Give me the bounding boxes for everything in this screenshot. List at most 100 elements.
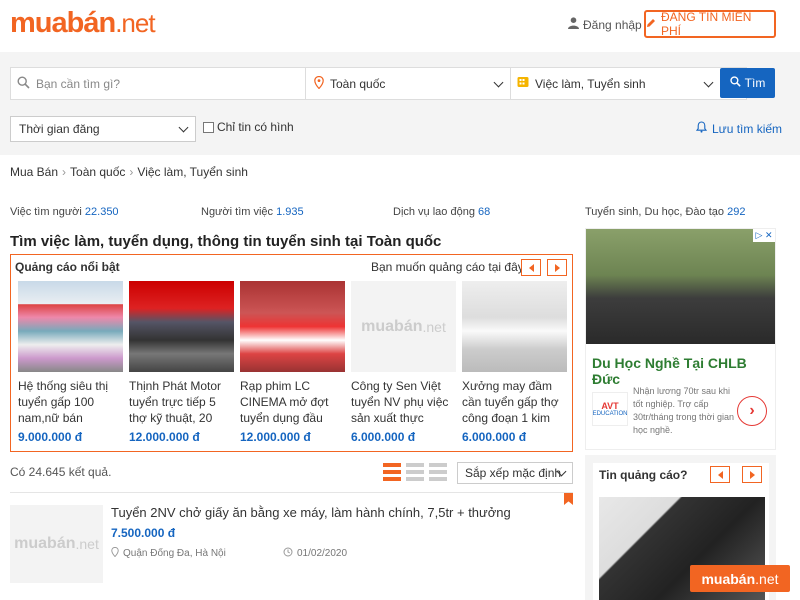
- user-icon: [568, 17, 579, 32]
- prev-button[interactable]: [521, 259, 541, 276]
- category-value: Việc làm, Tuyển sinh: [535, 76, 646, 91]
- featured-ad-card[interactable]: Thịnh Phát Motor tuyển trực tiếp 5 thợ k…: [129, 281, 234, 444]
- chevron-right-icon: ›: [129, 165, 134, 179]
- study-abroad-banner[interactable]: ▷ ✕ Du Học Nghề Tại CHLB Đức AVT EDUCATIO…: [585, 228, 776, 450]
- stat-label: Việc tìm người: [10, 206, 82, 218]
- ad-image: [462, 281, 567, 372]
- banner-photo: [586, 229, 775, 344]
- watermark-logo: muabán .net: [351, 281, 456, 372]
- location-select[interactable]: Toàn quốc: [305, 68, 510, 99]
- advertise-here-link[interactable]: Bạn muốn quảng cáo tại đây?: [371, 260, 530, 274]
- listing-title[interactable]: Tuyển 2NV chở giấy ăn bằng xe máy, làm h…: [111, 505, 511, 520]
- ad-title: Rạp phim LC CINEMA mở đợt tuyển dụng đầu…: [240, 379, 329, 425]
- featured-ad-card[interactable]: Xưởng may đầm cần tuyển gấp thợ công đoạ…: [462, 281, 567, 444]
- search-band: Bạn cần tìm gì? Toàn quốc Việc làm, Tuyể…: [0, 52, 800, 155]
- view-mode-toggle: [383, 463, 447, 481]
- stat-count: 22.350: [84, 206, 119, 218]
- save-search-label: Lưu tìm kiếm: [712, 121, 783, 136]
- breadcrumb-item[interactable]: Mua Bán: [10, 165, 58, 179]
- divider: [10, 492, 573, 493]
- clock-icon: [283, 547, 293, 560]
- avt-education-logo: AVT EDUCATION: [592, 392, 628, 426]
- featured-ad-card[interactable]: Hệ thống siêu thị tuyển gấp 100 nam,nữ b…: [18, 281, 123, 444]
- ad-image-placeholder: muabán .net: [351, 281, 456, 372]
- ad-image: [129, 281, 234, 372]
- listing-location: Quận Đống Đa, Hà Nội: [111, 546, 226, 560]
- stat-label: Dịch vụ lao động: [393, 206, 475, 218]
- breadcrumb-item[interactable]: Việc làm, Tuyển sinh: [137, 165, 248, 179]
- search-button-label: Tìm: [744, 76, 766, 90]
- category-icon: [517, 76, 529, 91]
- grid-view-icon[interactable]: [429, 463, 447, 481]
- arrow-right-icon: [554, 263, 560, 272]
- banner-text: Nhận lương 70tr sau khi tốt nghiệp. Trợ …: [633, 386, 734, 435]
- ad-title: Công ty Sen Việt tuyển NV phụ việc sản x…: [351, 379, 449, 425]
- ad-price: 6.000.000 đ: [351, 430, 416, 444]
- only-images-filter[interactable]: Chỉ tin có hình: [203, 120, 294, 134]
- search-input[interactable]: Bạn cần tìm gì?: [11, 68, 305, 99]
- featured-ad-card[interactable]: Rạp phim LC CINEMA mở đợt tuyển dụng đầu…: [240, 281, 345, 444]
- ad-price: 12.000.000 đ: [129, 430, 200, 444]
- chevron-down-icon: [703, 77, 714, 88]
- breadcrumb-item[interactable]: Toàn quốc: [70, 165, 125, 179]
- ad-price: 12.000.000 đ: [240, 430, 311, 444]
- banner-title: Du Học Nghề Tại CHLB Đức: [592, 355, 747, 387]
- floating-logo[interactable]: muabán .net: [690, 565, 790, 592]
- listing-date-text: 01/02/2020: [297, 548, 348, 559]
- only-images-label: Chỉ tin có hình: [217, 120, 294, 134]
- search-button[interactable]: Tìm: [720, 68, 775, 98]
- search-icon: [17, 75, 30, 92]
- stat-count: 292: [727, 206, 746, 218]
- sort-select[interactable]: Sắp xếp mặc định: [457, 462, 573, 484]
- stat-label: Tuyển sinh, Du học, Đào tạo: [585, 206, 725, 218]
- ad-image: [240, 281, 345, 372]
- ad-title: Thịnh Phát Motor tuyển trực tiếp 5 thợ k…: [129, 379, 222, 425]
- ad-title: Hệ thống siêu thị tuyển gấp 100 nam,nữ b…: [18, 379, 109, 425]
- arrow-left-icon: [528, 263, 534, 272]
- save-search-link[interactable]: Lưu tìm kiếm: [695, 121, 783, 136]
- stat-count: 68: [478, 206, 491, 218]
- post-free-button[interactable]: ĐĂNG TIN MIỄN PHÍ: [644, 10, 776, 38]
- next-button[interactable]: [742, 466, 762, 483]
- time-filter-select[interactable]: Thời gian đăng: [10, 116, 196, 142]
- stat-label: Người tìm việc: [201, 206, 274, 218]
- featured-ad-card[interactable]: muabán .net Công ty Sen Việt tuyển NV phụ…: [351, 281, 456, 444]
- arrow-left-icon: [717, 470, 723, 479]
- location-pin-icon: [111, 546, 119, 560]
- post-free-label: ĐĂNG TIN MIỄN PHÍ: [661, 10, 752, 38]
- sort-value: Sắp xếp mặc định: [465, 466, 562, 480]
- bell-icon: [695, 121, 708, 136]
- time-filter-value: Thời gian đăng: [19, 122, 100, 136]
- ads-panel-title: Tin quảng cáo?: [599, 468, 688, 482]
- listing-image-placeholder[interactable]: muabán .net: [10, 505, 103, 583]
- listing-location-text: Quận Đống Đa, Hà Nội: [123, 548, 226, 559]
- site-logo[interactable]: muabán.net: [10, 7, 156, 40]
- result-count: Có 24.645 kết quả.: [10, 465, 112, 479]
- search-icon: [729, 76, 741, 90]
- chevron-right-icon[interactable]: ›: [737, 396, 767, 426]
- stat-count: 1.935: [276, 206, 304, 218]
- chevron-down-icon: [178, 122, 189, 133]
- bookmark-icon[interactable]: [564, 493, 573, 505]
- prev-button[interactable]: [710, 466, 730, 483]
- list-view-icon[interactable]: [383, 463, 401, 481]
- pencil-icon: [646, 17, 656, 31]
- ad-price: 9.000.000 đ: [18, 430, 83, 444]
- stat-job-seekers-wanted[interactable]: Việc tìm người 22.350: [10, 206, 119, 218]
- listing-date: 01/02/2020: [283, 547, 347, 560]
- chevron-down-icon: [493, 77, 504, 88]
- stat-people-seeking-jobs[interactable]: Người tìm việc 1.935: [201, 206, 304, 218]
- login-label: Đăng nhập: [583, 17, 642, 32]
- only-images-checkbox[interactable]: [203, 121, 214, 133]
- stat-education[interactable]: Tuyển sinh, Du học, Đào tạo 292: [585, 206, 745, 218]
- category-select[interactable]: Việc làm, Tuyển sinh: [510, 68, 720, 99]
- next-button[interactable]: [547, 259, 567, 276]
- header: muabán.net Đăng nhập ĐĂNG TIN MIỄN PHÍ: [0, 0, 800, 52]
- login-link[interactable]: Đăng nhập: [568, 17, 642, 32]
- ad-title: Xưởng may đầm cần tuyển gấp thợ công đoạ…: [462, 379, 559, 425]
- stat-labor-services[interactable]: Dịch vụ lao động 68: [393, 206, 490, 218]
- search-box: Bạn cần tìm gì? Toàn quốc Việc làm, Tuyể…: [10, 67, 747, 100]
- location-value: Toàn quốc: [330, 76, 386, 91]
- compact-view-icon[interactable]: [406, 463, 424, 481]
- ad-choices-icon[interactable]: ▷ ✕: [753, 229, 775, 242]
